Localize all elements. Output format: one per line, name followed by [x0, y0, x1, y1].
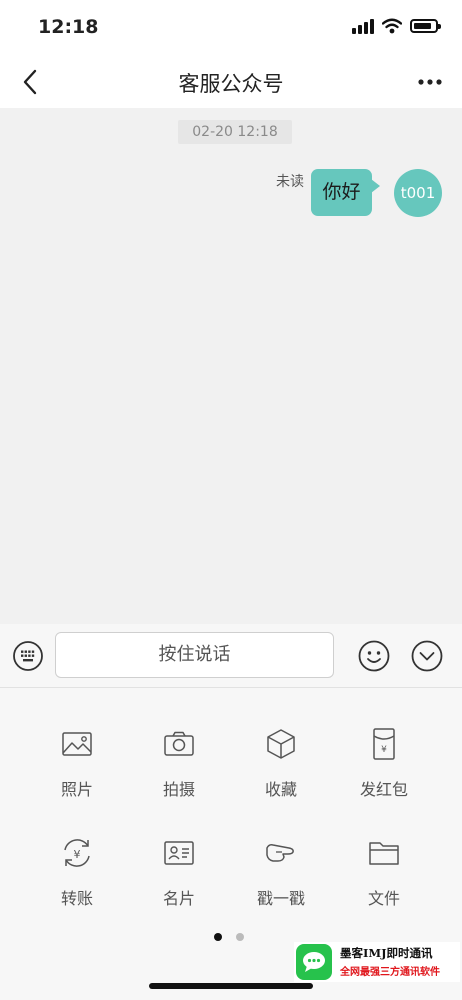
svg-text:¥: ¥ [74, 848, 81, 861]
watermark-slogan: 全网最强三方通讯软件 [340, 967, 440, 978]
wifi-icon [382, 18, 402, 34]
smiley-icon [358, 640, 390, 672]
chat-bubble-icon [303, 952, 325, 972]
red-packet-icon: ¥ [373, 728, 395, 760]
collapse-panel-button[interactable] [410, 639, 444, 673]
panel-item-favorites[interactable]: 收藏 [231, 724, 331, 800]
panel-item-camera[interactable]: 拍摄 [129, 724, 229, 800]
panel-item-red-packet[interactable]: ¥ 发红包 [334, 724, 434, 800]
panel-item-label: 转账 [60, 889, 93, 908]
panel-item-transfer[interactable]: ¥ 转账 [27, 833, 127, 909]
nav-bar: 客服公众号 [0, 56, 462, 108]
status-time: 12:18 [38, 16, 99, 38]
more-icon [418, 79, 442, 85]
hold-to-talk-button[interactable]: 按住说话 [55, 632, 334, 678]
panel-item-label: 收藏 [264, 780, 297, 799]
panel-item-label: 照片 [60, 780, 93, 799]
panel-item-poke[interactable]: 戳一戳 [231, 833, 331, 909]
watermark: 墨客IMJ即时通讯 全网最强三方通讯软件 [294, 942, 460, 982]
signal-icon [352, 18, 374, 34]
keyboard-icon [13, 641, 43, 671]
keyboard-toggle-button[interactable] [12, 640, 44, 672]
panel-item-label: 文件 [367, 889, 400, 908]
emoji-button[interactable] [357, 639, 391, 673]
camera-icon [164, 731, 194, 756]
chevron-down-icon [411, 640, 443, 672]
status-bar: 12:18 [0, 0, 462, 56]
battery-icon [410, 19, 441, 33]
panel-item-label: 名片 [162, 889, 195, 908]
panel-item-label: 发红包 [359, 780, 408, 799]
panel-item-contact-card[interactable]: 名片 [129, 833, 229, 909]
poke-icon [266, 844, 294, 862]
more-button[interactable] [412, 64, 448, 100]
panel-item-label: 拍摄 [162, 780, 195, 799]
contact-card-icon [164, 841, 194, 865]
page-indicator [214, 933, 244, 941]
folder-icon [369, 842, 399, 865]
home-indicator[interactable] [149, 983, 313, 989]
input-bar: 按住说话 [0, 624, 462, 688]
status-icons [352, 18, 441, 34]
cube-icon [267, 729, 295, 759]
watermark-logo-icon [296, 944, 332, 980]
watermark-title: 墨客IMJ即时通讯 [340, 946, 433, 960]
photo-icon [62, 732, 92, 756]
read-status: 未读 [276, 174, 304, 190]
panel-item-photo[interactable]: 照片 [27, 724, 127, 800]
message-bubble[interactable]: 你好 [311, 169, 380, 216]
page-dot[interactable] [236, 933, 244, 941]
page-title: 客服公众号 [178, 72, 284, 96]
message-timestamp: 02-20 12:18 [178, 120, 292, 144]
avatar[interactable]: t001 [394, 169, 442, 217]
svg-text:¥: ¥ [381, 745, 387, 755]
chat-area[interactable]: 02-20 12:18 未读 你好 t001 [0, 108, 462, 624]
panel-item-label: 戳一戳 [256, 889, 305, 908]
panel-item-file[interactable]: 文件 [334, 833, 434, 909]
page-dot[interactable] [214, 933, 222, 941]
transfer-icon: ¥ [64, 839, 90, 867]
